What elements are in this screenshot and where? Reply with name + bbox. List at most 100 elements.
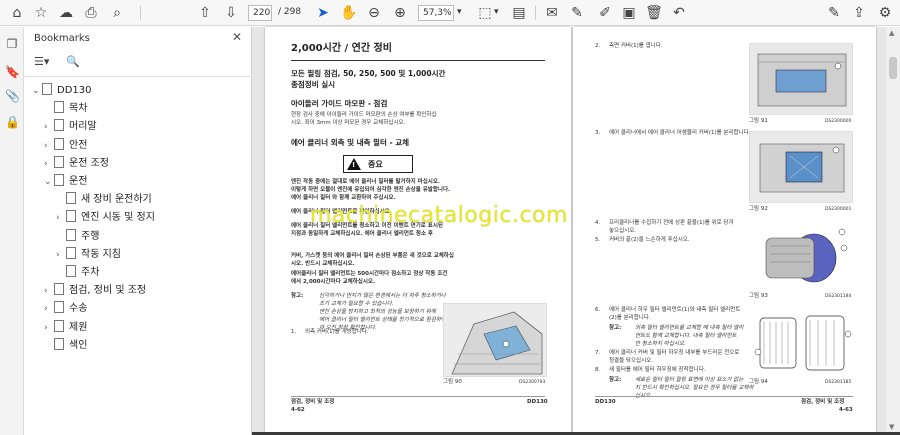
note-text: 만 청소하지 마십시오. (635, 341, 686, 347)
page-thumbnails-icon[interactable]: ❐ (5, 37, 19, 51)
chevron-right-icon[interactable]: › (44, 156, 54, 172)
chevron-right-icon[interactable]: › (56, 247, 66, 263)
page-down-icon[interactable]: ⇩ (222, 4, 240, 22)
zoom-level-input[interactable]: 57,3% (418, 5, 454, 21)
watermark-text: machinecatalogic.com (310, 203, 568, 228)
comment-icon[interactable]: ✉ (543, 4, 561, 22)
bookmark-label: 주행 (81, 230, 100, 242)
bookmark-icon[interactable]: 🔖 (5, 65, 20, 79)
chevron-right-icon[interactable]: › (44, 119, 54, 135)
footer-rule (291, 396, 545, 397)
scroll-down-arrow-icon[interactable]: ▼ (889, 423, 894, 431)
toolbar: ⌂ ☆ ☁ ⎙ ⌕ ⇧ ⇩ 220 / 298 ➤ ✋ ⊖ ⊕ 57,3% ▾ … (0, 0, 900, 26)
step-text: 청결을 닦으십시오. (609, 358, 653, 364)
panel-divider (24, 76, 252, 77)
home-icon[interactable]: ⌂ (8, 4, 26, 22)
star-icon[interactable]: ☆ (32, 4, 50, 22)
chevron-right-icon[interactable]: › (44, 138, 54, 154)
bookmark-item[interactable]: › 안전 (44, 137, 87, 154)
scrollbar-thumb[interactable] (889, 57, 897, 79)
figure-code: DS2300000 (825, 119, 852, 124)
bookmark-item[interactable]: ⌄ DD130 (32, 83, 92, 99)
bookmark-item[interactable]: › 제원 (44, 319, 88, 336)
bookmark-label: 운전 (69, 176, 88, 187)
bookmark-item[interactable]: 주행 (56, 228, 100, 245)
bookmark-options-icon[interactable]: ☰▾ (34, 55, 49, 71)
share-icon[interactable]: ⇪ (850, 4, 868, 22)
chevron-right-icon[interactable]: › (44, 301, 54, 317)
step-number: 2. (595, 43, 601, 49)
toolbar-divider (140, 6, 141, 20)
page-total: / 298 (278, 7, 302, 17)
step-number: 3. (595, 130, 601, 136)
bookmark-page-icon (54, 137, 64, 150)
bookmark-item[interactable]: › 머리말 (44, 119, 97, 135)
bookmark-item[interactable]: › 엔진 시동 및 정지 (56, 210, 155, 226)
layers-lock-icon[interactable]: 🔒 (5, 115, 20, 129)
bookmark-label: 수송 (69, 303, 88, 315)
bookmark-label: 운전 조정 (69, 157, 109, 169)
bookmark-label: 머리말 (69, 121, 97, 133)
view-dropdown-caret[interactable]: ▾ (494, 7, 499, 17)
fit-page-icon[interactable]: ⬚ (476, 4, 494, 22)
bookmark-item[interactable]: › 점검, 정비 및 조정 (44, 283, 146, 299)
settings-gear-icon[interactable]: ⚙ (876, 4, 894, 22)
chevron-down-icon[interactable]: ⌄ (32, 83, 42, 99)
hand-tool-icon[interactable]: ✋ (340, 4, 358, 22)
figure-caption: 그림 93 (749, 293, 768, 299)
page-up-icon[interactable]: ⇧ (196, 4, 214, 22)
find-bookmark-icon[interactable]: 🔍 (66, 55, 80, 71)
footer-page-number: 4-63 (839, 407, 853, 413)
zoom-in-icon[interactable]: ⊕ (391, 4, 409, 22)
bookmark-item[interactable]: ⌄ 운전 (44, 174, 87, 190)
bookmark-item[interactable]: 새 장비 운전하기 (56, 192, 152, 208)
footer-page-number: 4-62 (291, 407, 305, 413)
step-text: 새 필터를 에어 필터 하우징에 장착합니다. (609, 367, 706, 373)
highlight-pen-icon[interactable]: ✎ (568, 4, 586, 22)
chevron-right-icon[interactable]: › (44, 320, 54, 336)
chevron-down-icon[interactable]: ⌄ (44, 174, 54, 190)
bookmark-item[interactable]: 주차 (56, 265, 99, 281)
step-text: 놓으십시오. (609, 228, 637, 234)
close-icon[interactable]: ✕ (232, 30, 242, 44)
bookmark-item[interactable]: 목차 (44, 101, 87, 117)
figure-caption: 그림 91 (749, 118, 768, 124)
step-number: 8. (595, 367, 601, 373)
cursor-select-icon[interactable]: ➤ (314, 4, 332, 22)
stamp-icon[interactable]: ▣ (620, 4, 638, 22)
bookmark-label: 목차 (69, 103, 88, 115)
print-icon[interactable]: ⎙ (82, 4, 100, 22)
delete-icon[interactable]: 🗑 (645, 4, 663, 22)
chevron-right-icon[interactable]: › (44, 283, 54, 299)
bookmark-label: 새 장비 운전하기 (81, 194, 152, 206)
draw-icon[interactable]: ✐ (596, 4, 614, 22)
page-number-input[interactable]: 220 (248, 5, 272, 21)
cloud-upload-icon[interactable]: ☁ (57, 4, 75, 22)
figure-92-image (749, 131, 853, 203)
bookmark-page-icon (54, 319, 64, 332)
attachment-icon[interactable]: 📎 (5, 89, 20, 103)
left-rail: ❐ 🔖 📎 🔒 (0, 27, 24, 435)
note-text: 심각하거나 먼지가 많은 환경에서는 더 자주 청소하거나 (319, 293, 446, 299)
edit-pdf-icon[interactable]: ✎ (825, 4, 843, 22)
undo-icon[interactable]: ↶ (670, 4, 688, 22)
warning-text: 이렇게 하면 오물이 엔진에 유입되어 심각한 엔진 손상을 유발합니다. (291, 187, 451, 193)
zoom-search-icon[interactable]: ⌕ (108, 4, 126, 22)
bookmark-page-icon (54, 301, 64, 314)
body-text: 현장 검사 중에 아이들러 가이드 마모판의 손상 여부를 확인하십 (291, 112, 437, 118)
bookmark-item[interactable]: › 수송 (44, 301, 87, 317)
machine-cover-illustration (444, 304, 546, 376)
step-text: 프리클리너를 수집하기 전에 상판 끝을(1)를 위로 당겨 (609, 220, 734, 226)
air-cleaner-cover-illustration (750, 132, 852, 202)
scroll-up-arrow-icon[interactable]: ▲ (889, 29, 894, 37)
note-label: 참고: (291, 293, 304, 299)
zoom-dropdown-caret[interactable]: ▾ (457, 7, 462, 17)
zoom-out-icon[interactable]: ⊖ (365, 4, 383, 22)
bookmark-item[interactable]: 색인 (44, 337, 87, 354)
scroll-mode-icon[interactable]: ▤ (510, 4, 528, 22)
chevron-right-icon[interactable]: › (56, 210, 66, 226)
bookmark-label: 제원 (69, 321, 88, 333)
vertical-scrollbar[interactable]: ▲ ▼ (886, 27, 900, 435)
bookmark-item[interactable]: › 작동 지침 (56, 246, 121, 263)
bookmark-item[interactable]: › 운전 조정 (44, 155, 109, 172)
